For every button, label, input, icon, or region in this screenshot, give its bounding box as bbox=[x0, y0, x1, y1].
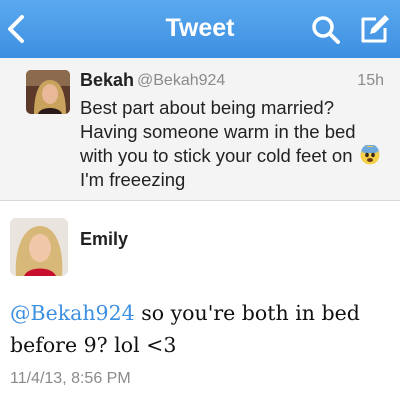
avatar[interactable] bbox=[10, 218, 68, 276]
mention-link[interactable]: @Bekah924 bbox=[10, 301, 135, 325]
fearful-face-emoji-icon bbox=[360, 145, 380, 165]
compose-button[interactable] bbox=[356, 12, 392, 48]
author-handle[interactable]: @Bekah924 bbox=[137, 72, 225, 90]
tweet-age: 15h bbox=[357, 72, 384, 89]
search-icon bbox=[312, 16, 340, 44]
avatar[interactable] bbox=[26, 70, 70, 114]
author-name[interactable]: Emily bbox=[80, 229, 128, 250]
tweet-text-line: Having someone warm in the bed bbox=[80, 121, 356, 142]
in-reply-to-tweet[interactable]: Bekah @Bekah924 15h Best part about bein… bbox=[0, 58, 400, 201]
tweet-text: Best part about being married? Having so… bbox=[80, 96, 392, 192]
author-name[interactable]: Bekah bbox=[80, 70, 134, 91]
tweet-text: @Bekah924 so you're both in bed before 9… bbox=[10, 297, 395, 361]
nav-bar: Tweet bbox=[0, 0, 400, 58]
tweet-text-line: before 9? lol <3 bbox=[10, 333, 177, 357]
tweet-text-line: @Bekah924 so you're both in bed bbox=[10, 301, 360, 325]
tweet-text-line: I'm freeezing bbox=[80, 169, 186, 190]
compose-icon bbox=[361, 15, 389, 43]
tweet-timestamp: 11/4/13, 8:56 PM bbox=[10, 370, 131, 387]
tweet-text-line: Best part about being married? bbox=[80, 97, 335, 118]
tweet-text-line: with you to stick your cold feet on bbox=[80, 144, 392, 168]
search-button[interactable] bbox=[310, 14, 342, 46]
